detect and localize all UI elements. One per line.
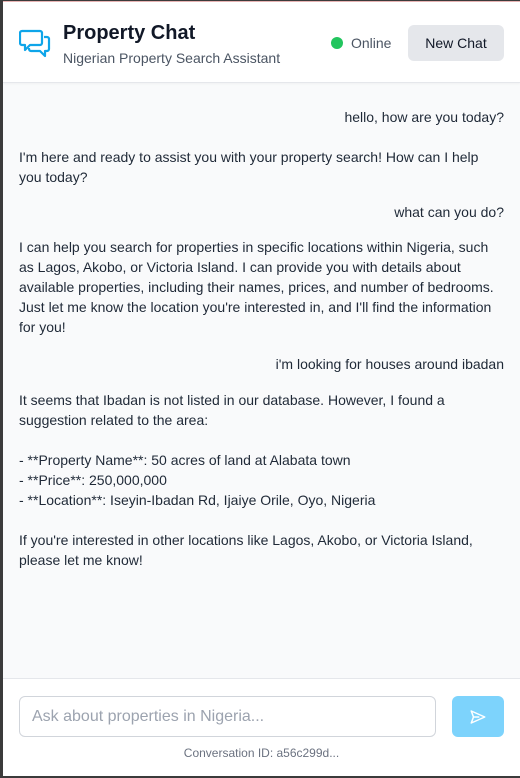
property-price-line: - **Price**: 250,000,000	[19, 472, 167, 488]
assistant-message: I'm here and ready to assist you with yo…	[19, 149, 479, 185]
chat-bubbles-icon	[19, 29, 51, 58]
assistant-message: I can help you search for properties in …	[19, 239, 494, 335]
online-dot-icon	[331, 37, 343, 49]
status-indicator: Online	[331, 35, 391, 51]
message-input[interactable]	[19, 696, 436, 737]
conversation-id: Conversation ID: a56c299d...	[183, 746, 340, 760]
composer-area: Conversation ID: a56c299d...	[3, 678, 520, 776]
message-paragraph: If you're interested in other locations …	[19, 532, 473, 568]
user-message: what can you do?	[394, 204, 504, 220]
send-button[interactable]	[452, 696, 504, 737]
chat-header: Property Chat Nigerian Property Search A…	[3, 2, 520, 83]
app-title: Property Chat	[63, 22, 196, 44]
property-location-line: - **Location**: Iseyin-Ibadan Rd, Ijaiye…	[19, 492, 376, 508]
send-icon	[470, 709, 486, 724]
message-paragraph: It seems that Ibadan is not listed in ou…	[19, 392, 445, 428]
new-chat-button[interactable]: New Chat	[408, 25, 504, 61]
status-text: Online	[351, 35, 392, 51]
property-name-line: - **Property Name**: 50 acres of land at…	[19, 452, 351, 468]
user-message: i'm looking for houses around ibadan	[275, 356, 504, 372]
user-message: hello, how are you today?	[344, 109, 504, 125]
assistant-message: It seems that Ibadan is not listed in ou…	[19, 390, 504, 570]
chat-window: Property Chat Nigerian Property Search A…	[3, 1, 520, 776]
app-subtitle: Nigerian Property Search Assistant	[63, 50, 281, 66]
